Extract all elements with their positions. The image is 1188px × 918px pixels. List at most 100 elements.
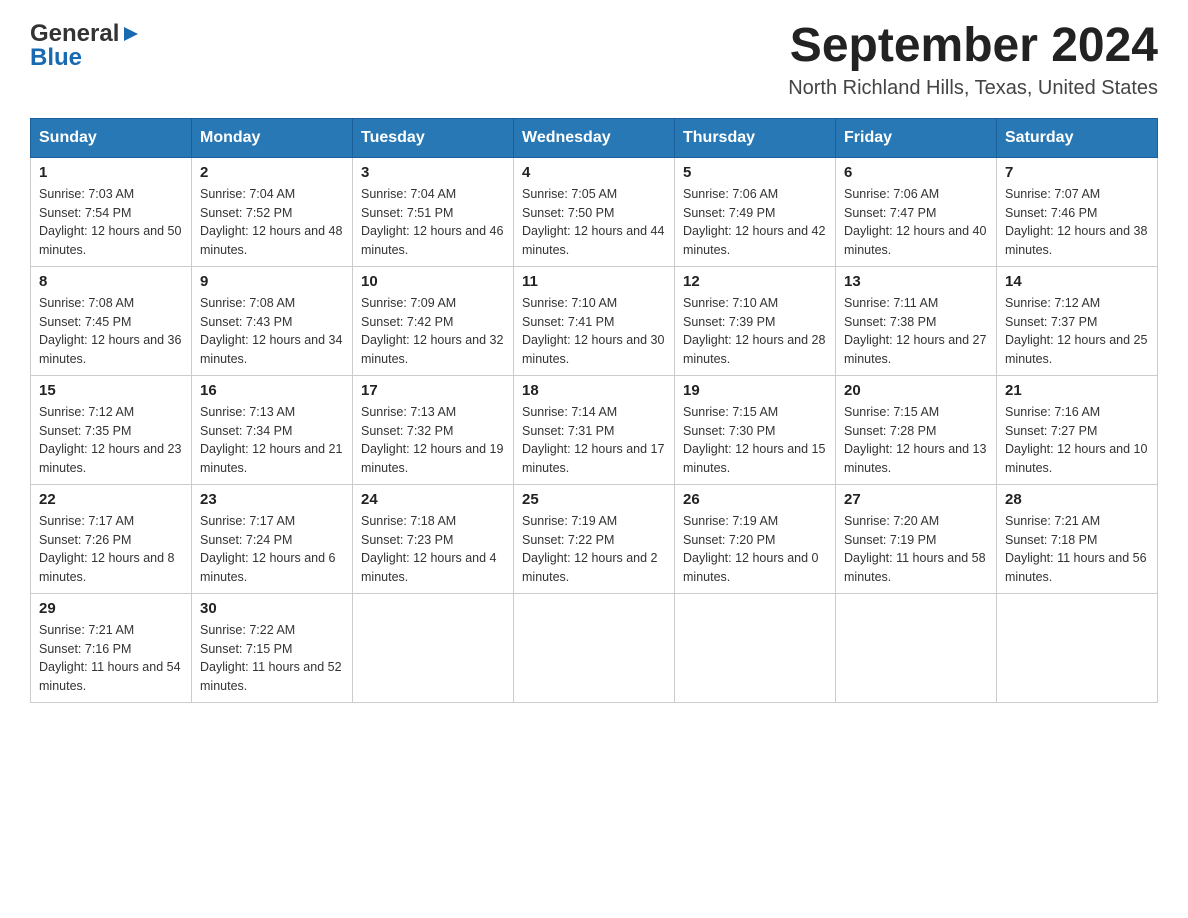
- day-info: Sunrise: 7:04 AMSunset: 7:51 PMDaylight:…: [361, 185, 505, 260]
- day-info: Sunrise: 7:13 AMSunset: 7:34 PMDaylight:…: [200, 403, 344, 478]
- table-row: 1 Sunrise: 7:03 AMSunset: 7:54 PMDaylight…: [31, 157, 192, 266]
- day-number: 27: [844, 491, 988, 508]
- day-number: 10: [361, 273, 505, 290]
- day-info: Sunrise: 7:16 AMSunset: 7:27 PMDaylight:…: [1005, 403, 1149, 478]
- calendar-week-row: 8 Sunrise: 7:08 AMSunset: 7:45 PMDaylight…: [31, 266, 1158, 375]
- day-number: 28: [1005, 491, 1149, 508]
- day-number: 11: [522, 273, 666, 290]
- day-number: 26: [683, 491, 827, 508]
- table-row: [675, 593, 836, 702]
- day-number: 7: [1005, 164, 1149, 181]
- day-info: Sunrise: 7:08 AMSunset: 7:43 PMDaylight:…: [200, 294, 344, 369]
- day-number: 6: [844, 164, 988, 181]
- table-row: 12 Sunrise: 7:10 AMSunset: 7:39 PMDayligh…: [675, 266, 836, 375]
- col-tuesday: Tuesday: [353, 118, 514, 157]
- month-title: September 2024: [788, 20, 1158, 73]
- calendar-table: Sunday Monday Tuesday Wednesday Thursday…: [30, 118, 1158, 703]
- table-row: [353, 593, 514, 702]
- day-info: Sunrise: 7:13 AMSunset: 7:32 PMDaylight:…: [361, 403, 505, 478]
- day-number: 23: [200, 491, 344, 508]
- table-row: 29 Sunrise: 7:21 AMSunset: 7:16 PMDayligh…: [31, 593, 192, 702]
- table-row: 16Sunrise: 7:13 AMSunset: 7:34 PMDayligh…: [192, 375, 353, 484]
- day-number: 15: [39, 382, 183, 399]
- day-info: Sunrise: 7:15 AMSunset: 7:30 PMDaylight:…: [683, 403, 827, 478]
- day-number: 18: [522, 382, 666, 399]
- day-number: 5: [683, 164, 827, 181]
- day-number: 21: [1005, 382, 1149, 399]
- title-block: September 2024 North Richland Hills, Tex…: [788, 20, 1158, 100]
- table-row: 3 Sunrise: 7:04 AMSunset: 7:51 PMDaylight…: [353, 157, 514, 266]
- day-number: 9: [200, 273, 344, 290]
- day-info: Sunrise: 7:12 AMSunset: 7:35 PMDaylight:…: [39, 403, 183, 478]
- day-info: Sunrise: 7:18 AMSunset: 7:23 PMDaylight:…: [361, 512, 505, 587]
- table-row: 19 Sunrise: 7:15 AMSunset: 7:30 PMDayligh…: [675, 375, 836, 484]
- table-row: 26 Sunrise: 7:19 AMSunset: 7:20 PMDayligh…: [675, 484, 836, 593]
- day-info: Sunrise: 7:06 AMSunset: 7:47 PMDaylight:…: [844, 185, 988, 260]
- table-row: 17 Sunrise: 7:13 AMSunset: 7:32 PMDayligh…: [353, 375, 514, 484]
- day-number: 1: [39, 164, 183, 181]
- table-row: 20 Sunrise: 7:15 AMSunset: 7:28 PMDayligh…: [836, 375, 997, 484]
- table-row: 5 Sunrise: 7:06 AMSunset: 7:49 PMDaylight…: [675, 157, 836, 266]
- table-row: 28 Sunrise: 7:21 AMSunset: 7:18 PMDayligh…: [997, 484, 1158, 593]
- day-info: Sunrise: 7:05 AMSunset: 7:50 PMDaylight:…: [522, 185, 666, 260]
- day-number: 20: [844, 382, 988, 399]
- day-number: 2: [200, 164, 344, 181]
- day-info: Sunrise: 7:11 AMSunset: 7:38 PMDaylight:…: [844, 294, 988, 369]
- day-number: 22: [39, 491, 183, 508]
- day-info: Sunrise: 7:09 AMSunset: 7:42 PMDaylight:…: [361, 294, 505, 369]
- day-number: 12: [683, 273, 827, 290]
- day-info: Sunrise: 7:15 AMSunset: 7:28 PMDaylight:…: [844, 403, 988, 478]
- day-info: Sunrise: 7:03 AMSunset: 7:54 PMDaylight:…: [39, 185, 183, 260]
- table-row: 30 Sunrise: 7:22 AMSunset: 7:15 PMDayligh…: [192, 593, 353, 702]
- table-row: 7Sunrise: 7:07 AMSunset: 7:46 PMDaylight…: [997, 157, 1158, 266]
- calendar-week-row: 22 Sunrise: 7:17 AMSunset: 7:26 PMDayligh…: [31, 484, 1158, 593]
- day-info: Sunrise: 7:06 AMSunset: 7:49 PMDaylight:…: [683, 185, 827, 260]
- day-number: 30: [200, 600, 344, 617]
- table-row: 27Sunrise: 7:20 AMSunset: 7:19 PMDayligh…: [836, 484, 997, 593]
- logo-arrow-icon: [122, 25, 140, 43]
- calendar-week-row: 29 Sunrise: 7:21 AMSunset: 7:16 PMDayligh…: [31, 593, 1158, 702]
- day-info: Sunrise: 7:22 AMSunset: 7:15 PMDaylight:…: [200, 621, 344, 696]
- table-row: 21 Sunrise: 7:16 AMSunset: 7:27 PMDayligh…: [997, 375, 1158, 484]
- day-info: Sunrise: 7:08 AMSunset: 7:45 PMDaylight:…: [39, 294, 183, 369]
- page-header: General Blue September 2024 North Richla…: [30, 20, 1158, 100]
- table-row: 14Sunrise: 7:12 AMSunset: 7:37 PMDayligh…: [997, 266, 1158, 375]
- table-row: 6 Sunrise: 7:06 AMSunset: 7:47 PMDaylight…: [836, 157, 997, 266]
- col-thursday: Thursday: [675, 118, 836, 157]
- logo: General Blue: [30, 20, 140, 72]
- day-info: Sunrise: 7:17 AMSunset: 7:26 PMDaylight:…: [39, 512, 183, 587]
- table-row: 23Sunrise: 7:17 AMSunset: 7:24 PMDayligh…: [192, 484, 353, 593]
- day-number: 29: [39, 600, 183, 617]
- day-info: Sunrise: 7:19 AMSunset: 7:22 PMDaylight:…: [522, 512, 666, 587]
- day-number: 4: [522, 164, 666, 181]
- table-row: [836, 593, 997, 702]
- day-info: Sunrise: 7:10 AMSunset: 7:41 PMDaylight:…: [522, 294, 666, 369]
- col-friday: Friday: [836, 118, 997, 157]
- day-info: Sunrise: 7:10 AMSunset: 7:39 PMDaylight:…: [683, 294, 827, 369]
- col-wednesday: Wednesday: [514, 118, 675, 157]
- table-row: 22 Sunrise: 7:17 AMSunset: 7:26 PMDayligh…: [31, 484, 192, 593]
- day-number: 24: [361, 491, 505, 508]
- table-row: 25 Sunrise: 7:19 AMSunset: 7:22 PMDayligh…: [514, 484, 675, 593]
- col-monday: Monday: [192, 118, 353, 157]
- day-info: Sunrise: 7:14 AMSunset: 7:31 PMDaylight:…: [522, 403, 666, 478]
- day-number: 25: [522, 491, 666, 508]
- col-sunday: Sunday: [31, 118, 192, 157]
- day-info: Sunrise: 7:21 AMSunset: 7:18 PMDaylight:…: [1005, 512, 1149, 587]
- day-number: 14: [1005, 273, 1149, 290]
- table-row: 24 Sunrise: 7:18 AMSunset: 7:23 PMDayligh…: [353, 484, 514, 593]
- location-text: North Richland Hills, Texas, United Stat…: [788, 77, 1158, 100]
- day-info: Sunrise: 7:19 AMSunset: 7:20 PMDaylight:…: [683, 512, 827, 587]
- logo-blue-text: Blue: [30, 44, 82, 72]
- table-row: 10 Sunrise: 7:09 AMSunset: 7:42 PMDayligh…: [353, 266, 514, 375]
- table-row: 9 Sunrise: 7:08 AMSunset: 7:43 PMDaylight…: [192, 266, 353, 375]
- day-number: 13: [844, 273, 988, 290]
- day-number: 8: [39, 273, 183, 290]
- day-number: 17: [361, 382, 505, 399]
- table-row: [514, 593, 675, 702]
- day-number: 19: [683, 382, 827, 399]
- day-number: 3: [361, 164, 505, 181]
- day-info: Sunrise: 7:21 AMSunset: 7:16 PMDaylight:…: [39, 621, 183, 696]
- calendar-week-row: 15 Sunrise: 7:12 AMSunset: 7:35 PMDayligh…: [31, 375, 1158, 484]
- table-row: [997, 593, 1158, 702]
